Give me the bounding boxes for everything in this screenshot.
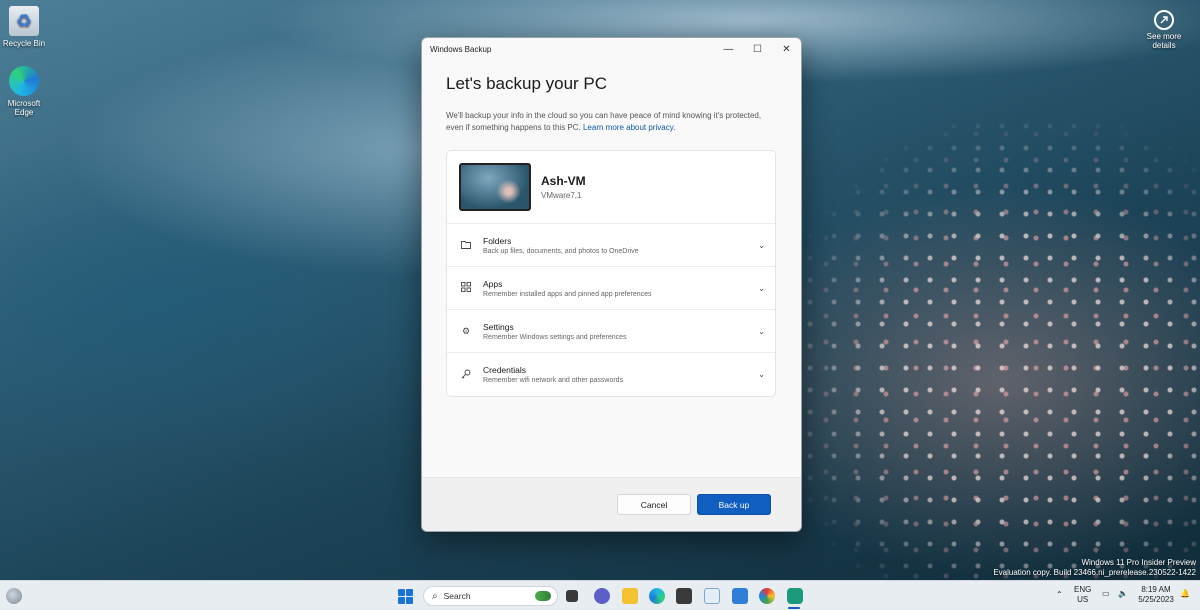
clock-time: 8:19 AM	[1141, 585, 1171, 594]
section-apps[interactable]: Apps Remember installed apps and pinned …	[447, 267, 775, 310]
language-indicator[interactable]: ENG US	[1074, 585, 1091, 605]
maximize-button[interactable]: ☐	[743, 38, 772, 60]
backup-button[interactable]: Back up	[697, 494, 771, 515]
recycle-bin-icon: ♻	[9, 6, 39, 36]
chevron-down-icon[interactable]: ⌄	[758, 370, 765, 379]
desktop-icon-label: Microsoft Edge	[7, 99, 41, 117]
taskbar-search[interactable]: ⌕ Search	[423, 586, 558, 606]
section-settings[interactable]: ⚙ Settings Remember Windows settings and…	[447, 310, 775, 353]
section-title: Folders	[483, 235, 512, 246]
device-summary: Ash-VM VMware7,1	[447, 151, 775, 224]
cancel-button[interactable]: Cancel	[617, 494, 691, 515]
search-highlight-icon	[535, 591, 551, 601]
see-more-label: See more details	[1146, 32, 1182, 50]
minimize-button[interactable]: —	[714, 38, 743, 60]
edge-icon[interactable]	[649, 588, 665, 604]
gear-icon: ⚙	[461, 325, 471, 336]
section-title: Apps	[483, 278, 503, 289]
watermark-line2: Evaluation copy. Build 23466.ni_prerelea…	[993, 568, 1196, 577]
apps-icon	[459, 282, 473, 294]
notepad-icon[interactable]	[732, 588, 748, 604]
section-subtitle: Remember wifi network and other password…	[483, 377, 624, 384]
title-bar[interactable]: Windows Backup — ☐ ✕	[422, 38, 801, 60]
close-button[interactable]: ✕	[772, 38, 801, 60]
see-more-details[interactable]: See more details	[1142, 10, 1186, 50]
widgets-icon[interactable]	[6, 588, 22, 604]
backup-card: Ash-VM VMware7,1 Folders Back up files, …	[446, 150, 776, 397]
description: We'll backup your info in the cloud so y…	[446, 110, 766, 134]
clock-date: 5/25/2023	[1138, 595, 1174, 604]
volume-icon[interactable]: 🔈	[1118, 589, 1128, 599]
snipping-tool-icon[interactable]	[704, 588, 720, 604]
section-title: Settings	[483, 321, 514, 332]
window-title: Windows Backup	[430, 44, 492, 54]
section-subtitle: Remember installed apps and pinned app p…	[483, 290, 652, 298]
chevron-down-icon[interactable]: ⌄	[758, 241, 765, 250]
chevron-down-icon[interactable]: ⌄	[758, 327, 765, 336]
active-app-indicator	[788, 607, 800, 609]
start-button[interactable]	[398, 589, 413, 604]
section-subtitle: Remember Windows settings and preference…	[483, 333, 627, 341]
device-model: VMware7,1	[541, 191, 582, 200]
chevron-down-icon[interactable]: ⌄	[758, 284, 765, 293]
device-name: Ash-VM	[541, 174, 586, 188]
windows-backup-window: Windows Backup — ☐ ✕ Let's backup your P…	[421, 37, 802, 532]
chat-icon[interactable]	[594, 588, 610, 604]
section-folders[interactable]: Folders Back up files, documents, and ph…	[447, 224, 775, 267]
language-line1: ENG	[1074, 585, 1092, 594]
section-credentials[interactable]: Credentials Remember wifi network and ot…	[447, 353, 775, 396]
file-explorer-icon[interactable]	[622, 588, 638, 604]
clock[interactable]: 8:19 AM 5/25/2023	[1136, 585, 1176, 605]
windows-backup-taskbar-icon[interactable]	[787, 588, 803, 604]
watermark-line1: Windows 11 Pro Insider Preview	[1081, 558, 1196, 567]
dialog-footer: Cancel Back up	[422, 477, 801, 531]
desktop-icon-recycle-bin[interactable]: ♻ Recycle Bin	[0, 6, 48, 48]
folder-icon	[459, 240, 473, 251]
network-icon[interactable]: ▭	[1102, 589, 1110, 599]
build-watermark: Windows 11 Pro Insider Preview Evaluatio…	[993, 558, 1196, 578]
chrome-icon[interactable]	[759, 588, 775, 604]
notification-bell-icon[interactable]: 🔔	[1180, 589, 1190, 599]
section-title: Credentials	[483, 365, 526, 375]
language-line2: US	[1077, 595, 1089, 604]
store-icon[interactable]	[676, 588, 692, 604]
task-view-icon[interactable]	[566, 590, 578, 602]
search-icon: ⌕	[432, 590, 438, 602]
chevron-up-icon[interactable]: ⌃	[1056, 590, 1063, 600]
device-thumbnail	[459, 163, 531, 211]
taskbar: ⌕ Search ⌃ ENG US ▭ 🔈 8:19 AM 5/25/2023 …	[0, 580, 1200, 610]
key-icon	[459, 369, 473, 381]
wallpaper-flamingos	[780, 120, 1200, 580]
desktop-icon-edge[interactable]: Microsoft Edge	[0, 66, 48, 117]
edge-icon	[9, 66, 39, 96]
privacy-link[interactable]: Learn more about privacy.	[583, 123, 675, 132]
search-placeholder: Search	[443, 591, 471, 601]
section-subtitle: Back up files, documents, and photos to …	[483, 247, 639, 255]
camera-icon	[1154, 10, 1174, 30]
desktop-icon-label: Recycle Bin	[2, 39, 46, 48]
page-title: Let's backup your PC	[446, 74, 608, 93]
